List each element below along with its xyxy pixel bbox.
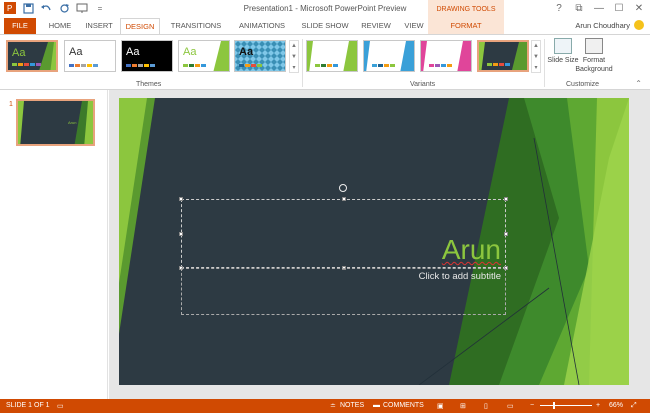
notes-button[interactable]: NOTES [340,402,364,409]
theme-facet-green[interactable]: Aa [6,40,58,72]
scroll-down-icon[interactable]: ▼ [532,52,540,63]
more-variants-icon[interactable]: ▾ [532,63,540,74]
drawing-tools-label: DRAWING TOOLS [428,0,504,18]
theme-facet-light[interactable]: Aa [178,40,230,72]
variant-blue[interactable] [363,40,415,72]
tab-home[interactable]: HOME [42,18,78,34]
theme-sample-text: Aa [126,46,140,58]
scroll-up-icon[interactable]: ▲ [290,41,298,52]
theme-office[interactable]: Aa [64,40,116,72]
tab-transitions[interactable]: TRANSITIONS [166,18,226,34]
title-bar: P = Presentation1 - Microsoft PowerPoint… [0,0,650,18]
zoom-in-icon[interactable]: + [596,402,600,409]
notes-icon[interactable]: ≐ [330,402,336,410]
slide-size-icon [554,38,572,54]
resize-handle[interactable] [504,197,508,201]
slide-number: 1 [9,101,13,108]
tab-format[interactable]: FORMAT [428,18,504,34]
variant-dark-green[interactable] [477,40,529,72]
theme-integral[interactable]: Aa [234,40,286,72]
themes-group-label: Themes [136,81,162,88]
resize-handle[interactable] [179,197,183,201]
slide-sorter-icon[interactable]: ⊞ [460,402,466,410]
variant-pink[interactable] [420,40,472,72]
tab-file[interactable]: FILE [4,18,36,34]
status-bar: SLIDE 1 OF 1 ▭ ≐ NOTES ▬ COMMENTS ▣ ⊞ ▯ … [0,399,650,413]
ribbon-separator [302,39,303,87]
format-background-button[interactable]: Format Background [574,38,614,74]
slide-canvas[interactable]: Arun Click to add subtitle [119,98,629,385]
tab-insert[interactable]: INSERT [80,18,118,34]
zoom-slider-thumb[interactable] [553,402,555,409]
slide-counter: SLIDE 1 OF 1 [6,402,50,409]
variant-green[interactable] [306,40,358,72]
resize-handle[interactable] [504,232,508,236]
collapse-ribbon-icon[interactable]: ⌃ [635,79,642,88]
window-controls: ? ⧉ — ☐ ✕ [550,1,648,15]
ribbon-tabs: FILE HOME INSERT DESIGN TRANSITIONS ANIM… [0,18,650,35]
themes-scroll[interactable]: ▲ ▼ ▾ [289,40,299,73]
theme-sample-text: Aa [69,46,83,58]
slide-editor: Arun Click to add subtitle [109,90,650,399]
slide-title[interactable]: Arun [442,234,501,266]
theme-office-dark[interactable]: Aa [121,40,173,72]
slide-subtitle[interactable]: Click to add subtitle [419,271,501,282]
more-themes-icon[interactable]: ▾ [290,63,298,74]
minimize-button[interactable]: — [590,1,608,15]
tab-animations[interactable]: ANIMATIONS [234,18,290,34]
slide-thumbnail-pane: 1 Arun [0,90,108,399]
variants-scroll[interactable]: ▲ ▼ ▾ [531,40,541,73]
format-background-icon [585,38,603,54]
user-name[interactable]: Arun Choudhary [575,21,630,30]
ribbon-display-options-icon[interactable]: ⧉ [570,1,588,15]
fit-slide-icon[interactable]: ⤢ [631,402,637,410]
zoom-out-icon[interactable]: − [530,402,534,409]
reading-view-icon[interactable]: ▯ [484,402,488,410]
thumbnail-title-text: Arun [68,120,77,125]
close-button[interactable]: ✕ [630,1,648,15]
title-placeholder[interactable]: Arun [179,197,508,270]
tab-slide-show[interactable]: SLIDE SHOW [298,18,352,34]
format-background-label: Format Background [575,57,613,73]
zoom-level[interactable]: 66% [609,402,623,409]
comments-button[interactable]: COMMENTS [383,402,424,409]
tab-review[interactable]: REVIEW [358,18,394,34]
subtitle-placeholder[interactable]: Click to add subtitle [181,268,506,315]
zoom-slider[interactable] [540,405,592,406]
customize-group-label: Customize [566,81,600,88]
tab-design[interactable]: DESIGN [120,18,160,35]
variants-group-label: Variants [410,81,436,88]
tab-view[interactable]: VIEW [400,18,428,34]
theme-sample-text: Aa [239,46,254,58]
spell-check-icon[interactable]: ▭ [57,402,64,410]
slide-show-icon[interactable]: ▭ [507,402,514,410]
resize-handle[interactable] [179,232,183,236]
help-icon[interactable]: ? [550,1,568,15]
normal-view-icon[interactable]: ▣ [437,402,444,410]
feedback-smiley-icon[interactable] [634,20,644,30]
slide-thumbnail[interactable]: Arun [16,99,95,146]
scroll-down-icon[interactable]: ▼ [290,52,298,63]
maximize-button[interactable]: ☐ [610,1,628,15]
resize-handle[interactable] [342,197,346,201]
design-ribbon: Aa Aa Aa Aa Aa ▲ ▼ ▾ Themes ▲ ▼ ▾ Varian… [0,34,650,90]
scroll-up-icon[interactable]: ▲ [532,41,540,52]
comments-icon[interactable]: ▬ [373,402,380,409]
rotate-handle-icon[interactable] [339,184,347,192]
